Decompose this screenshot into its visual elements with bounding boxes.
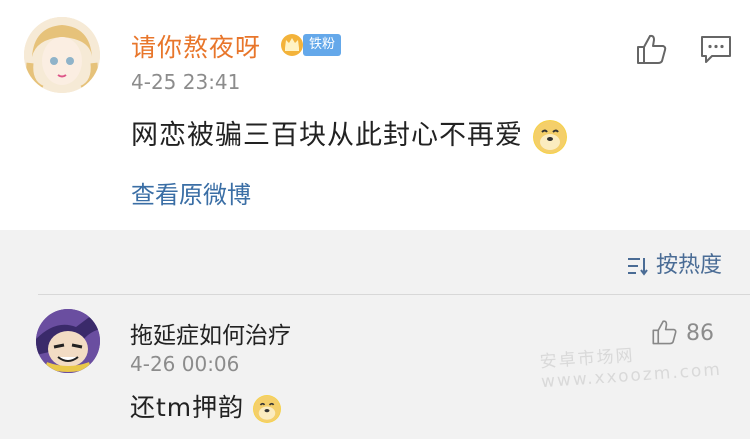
post-content: 网恋被骗三百块从此封心不再爱 <box>131 113 567 154</box>
comment-content-text: 还tm押韵 <box>130 393 245 422</box>
comment-avatar[interactable] <box>36 309 100 373</box>
post-content-text: 网恋被骗三百块从此封心不再爱 <box>131 120 523 151</box>
post-card: 请你熬夜呀 铁粉 4-25 23:41 网恋被骗三百块从此封心不再爱 查看原微博 <box>0 0 750 230</box>
comment-toolbar: 按热度 <box>0 232 750 294</box>
sort-icon <box>627 258 648 276</box>
sort-label: 按热度 <box>655 253 722 278</box>
comment-username[interactable]: 拖延症如何治疗 <box>130 316 291 350</box>
like-icon[interactable] <box>634 32 668 66</box>
post-time: 4-25 23:41 <box>131 70 241 94</box>
fan-badge: 铁粉 <box>303 34 342 56</box>
doge-emoji-icon <box>253 395 282 423</box>
divider <box>38 294 750 295</box>
comment-content: 还tm押韵 <box>130 388 282 424</box>
doge-emoji-icon <box>532 119 567 154</box>
post-avatar[interactable] <box>24 17 100 93</box>
post-username[interactable]: 请你熬夜呀 <box>131 28 261 64</box>
comment-icon[interactable] <box>700 34 732 64</box>
view-original-link[interactable]: 查看原微博 <box>131 175 251 210</box>
comment-time: 4-26 00:06 <box>130 352 240 376</box>
sort-button[interactable]: 按热度 <box>626 247 722 279</box>
crown-icon <box>281 34 303 56</box>
